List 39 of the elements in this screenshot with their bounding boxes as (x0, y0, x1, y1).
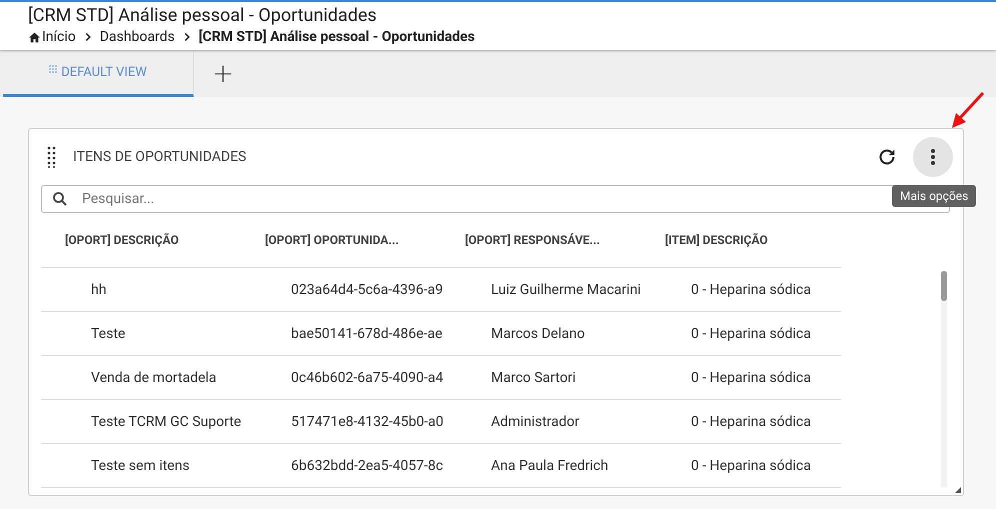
table-cell-text: Administrador (490, 414, 580, 430)
more-vertical-icon (930, 148, 936, 166)
column-header[interactable]: [OPORT] OPORTUNIDA... (241, 233, 441, 247)
annotation-arrow-icon (950, 91, 986, 131)
breadcrumb-current: [CRM STD] Análise pessoal - Oportunidades (198, 28, 475, 46)
drag-handle-icon (47, 146, 57, 168)
column-header[interactable]: [ITEM] DESCRIÇÃO (641, 233, 841, 247)
table-cell-text: 0 - Heparina sódica (690, 370, 812, 386)
table-cell-text: Luiz Guilherme Macarini (490, 282, 641, 298)
home-link[interactable]: Início (28, 28, 76, 46)
table-cell-text: Marcos Delano (490, 326, 586, 342)
table-cell-text: Teste TCRM GC Suporte (90, 414, 241, 430)
table-cell-text: bae50141-678d-486e-ae (290, 326, 441, 342)
table-cell-text: Teste sem itens (90, 458, 191, 474)
table-cell-text: 0 - Heparina sódica (690, 414, 812, 430)
resize-handle-icon (955, 487, 961, 493)
widget-title: ITENS DE OPORTUNIDADES (73, 149, 248, 165)
table-cell-text: 0 - Heparina sódica (690, 458, 812, 474)
column-header[interactable]: [OPORT] RESPONSÁVE... (441, 233, 641, 247)
add-tab-button[interactable]: + (194, 50, 252, 97)
table-cell-text: 023a64d4-5c6a-4396-a9 (290, 282, 441, 298)
table-cell-text: hh (90, 282, 108, 298)
scrollbar[interactable] (941, 271, 947, 487)
table-cell-text: 0 - Heparina sódica (690, 282, 812, 298)
table-cell-text: 517471e8-4132-45b0-a0 (290, 414, 441, 430)
table-cell-text: Ana Paula Fredrich (490, 458, 610, 474)
breadcrumb-link[interactable]: Dashboards (100, 28, 175, 46)
page-title: [CRM STD] Análise pessoal - Oportunidades (28, 4, 378, 28)
column-header[interactable]: [OPORT] DESCRIÇÃO (41, 233, 241, 247)
table-cell-text: Marco Sartori (490, 370, 577, 386)
table-cell-text: 0 - Heparina sódica (690, 326, 812, 342)
tooltip: Mais opções (892, 185, 976, 207)
table-cell-text: Teste (90, 326, 126, 342)
table-cell-text: Venda de mortadela (90, 370, 218, 386)
table-cell-text: 6b632bdd-2ea5-4057-8c (290, 458, 441, 474)
drag-handle-icon (49, 65, 58, 75)
more-options-button[interactable] (913, 137, 953, 177)
table-cell-text: 0c46b602-6a75-4090-a4 (290, 370, 441, 386)
home-icon (28, 30, 41, 44)
